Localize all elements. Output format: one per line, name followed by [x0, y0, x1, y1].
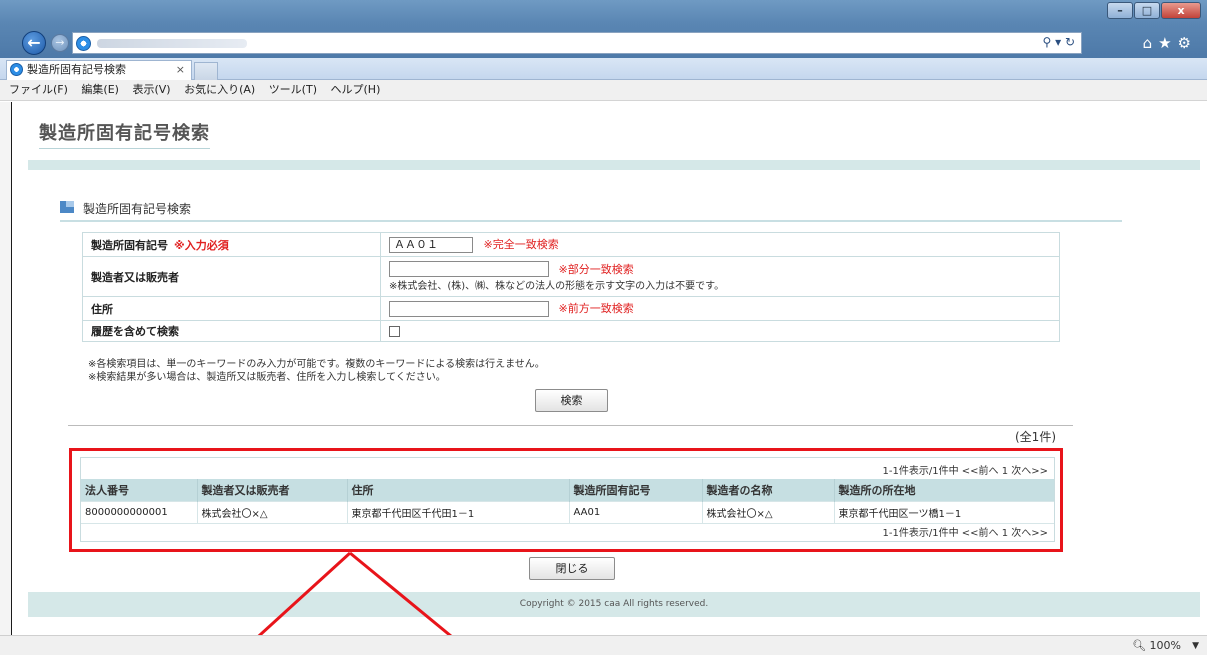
zoom-dropdown-icon[interactable]: ▼	[1192, 637, 1199, 655]
callout-arrows	[236, 551, 475, 655]
zoom-control[interactable]: 🔍︎ 100%	[1132, 637, 1181, 655]
zoom-magnifier-icon: 🔍︎	[1132, 639, 1147, 652]
status-bar: 🔍︎ 100% ▼	[0, 635, 1207, 655]
zoom-level: 100%	[1149, 639, 1181, 652]
